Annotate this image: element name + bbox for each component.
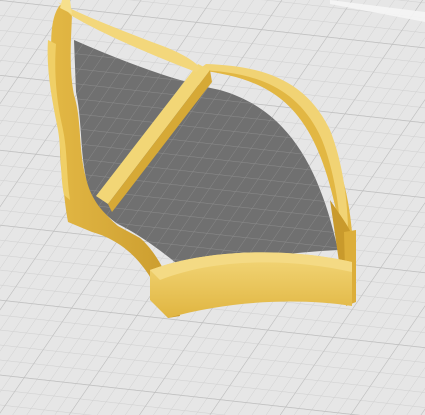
3d-viewport[interactable] (0, 0, 425, 415)
